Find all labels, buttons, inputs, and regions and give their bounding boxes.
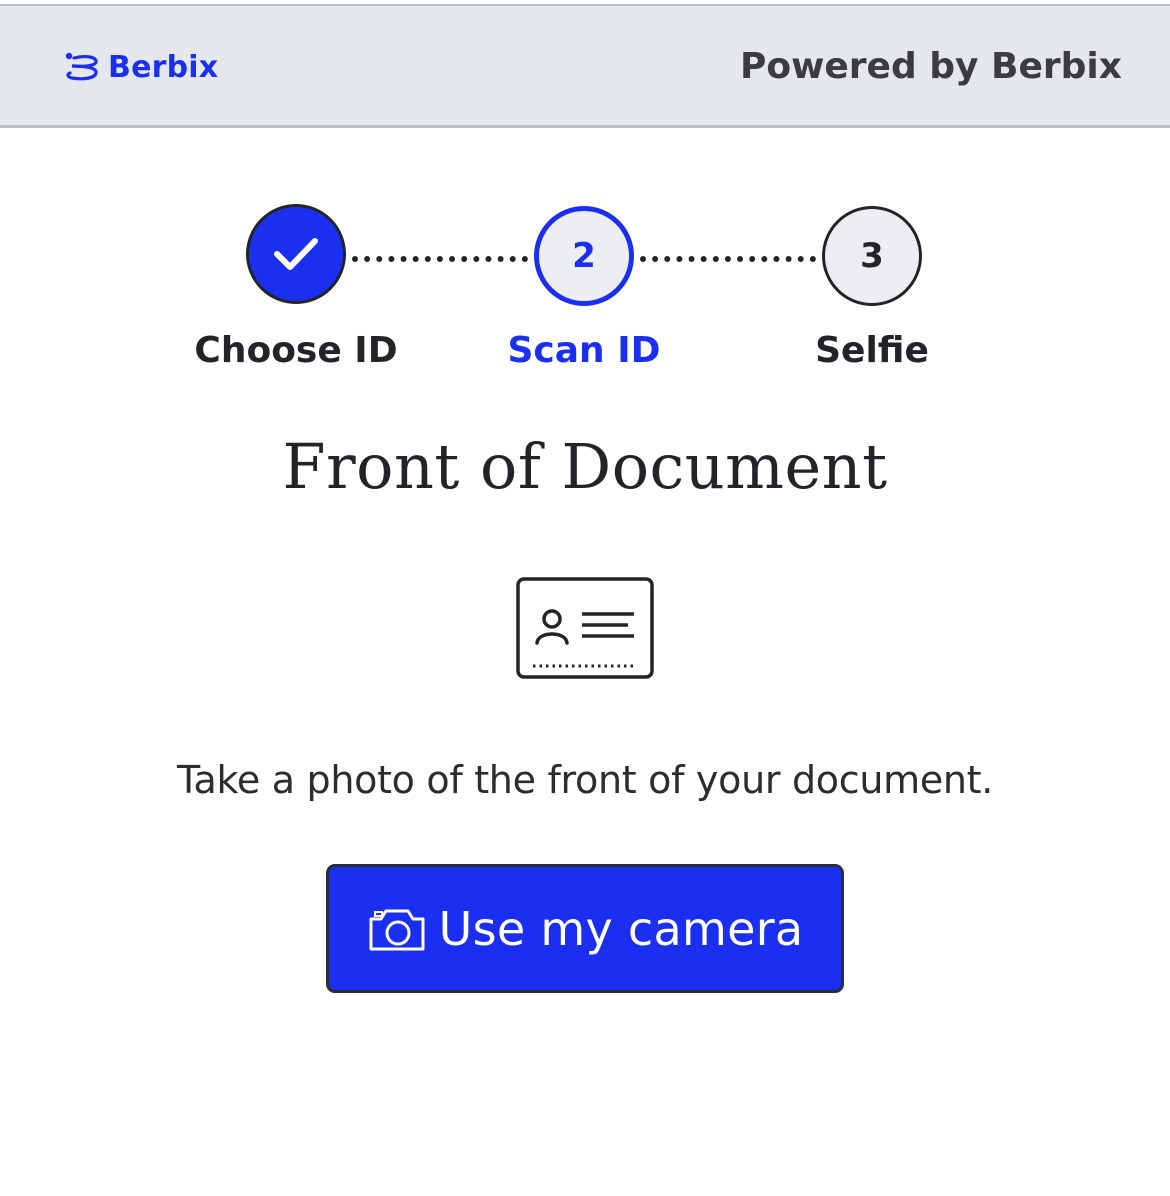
step-2-number: 2 xyxy=(572,236,596,276)
step-2-indicator: 2 xyxy=(534,206,634,306)
step-connector-2 xyxy=(640,256,816,262)
id-card-icon xyxy=(516,577,654,679)
step-3-indicator: 3 xyxy=(822,206,922,306)
use-camera-button-label: Use my camera xyxy=(438,901,804,956)
step-label-scan-id: Scan ID xyxy=(507,330,661,371)
use-camera-button[interactable]: Use my camera xyxy=(326,864,844,993)
instruction-text: Take a photo of the front of your docume… xyxy=(176,758,994,802)
progress-stepper: 2 3 Choose ID Scan ID Selfie xyxy=(0,0,1170,400)
step-3-number: 3 xyxy=(860,236,884,276)
camera-icon xyxy=(369,909,425,950)
step-connector-1 xyxy=(352,256,528,262)
page-title: Front of Document xyxy=(282,430,888,503)
step-label-selfie: Selfie xyxy=(815,330,929,371)
step-1-complete-indicator xyxy=(246,204,346,304)
check-icon xyxy=(274,238,318,270)
step-label-choose-id: Choose ID xyxy=(194,330,398,371)
